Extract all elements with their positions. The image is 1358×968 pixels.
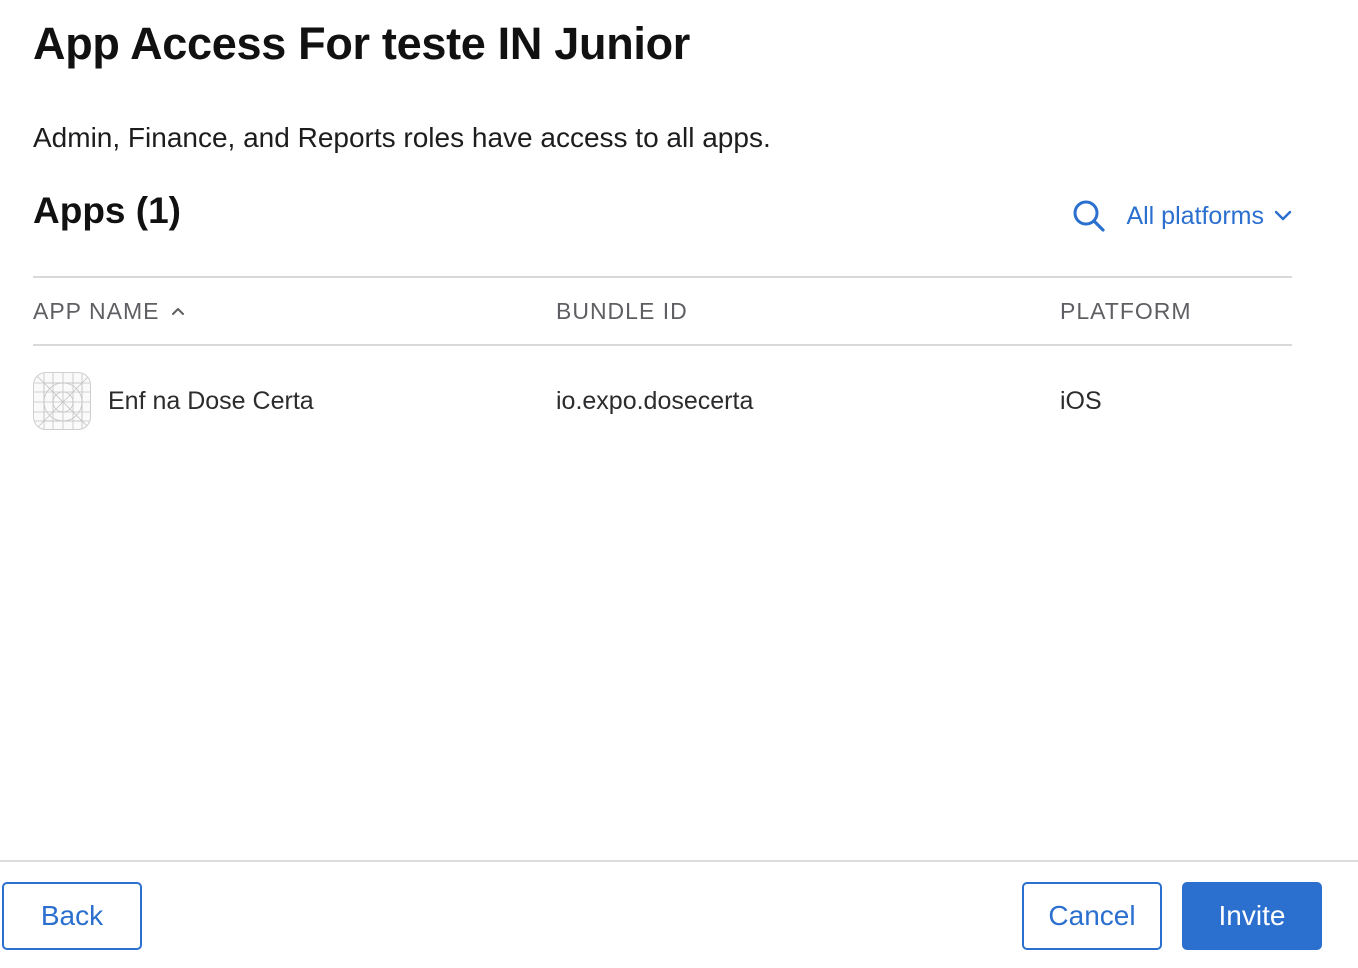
platform-filter-dropdown[interactable]: All platforms (1126, 202, 1292, 231)
bundle-id: io.expo.dosecerta (556, 386, 754, 415)
column-header-platform-label: PLATFORM (1060, 297, 1192, 324)
table-row[interactable]: Enf na Dose Certa io.expo.dosecerta iOS (33, 346, 1292, 456)
apps-filter-bar: All platforms (1072, 196, 1292, 236)
chevron-down-icon (1274, 210, 1292, 221)
bundle-id-cell: io.expo.dosecerta (556, 346, 753, 456)
invite-button[interactable]: Invite (1182, 882, 1322, 950)
roles-access-note: Admin, Finance, and Reports roles have a… (33, 122, 771, 153)
column-header-app-name[interactable]: APP NAME (33, 278, 185, 344)
column-header-bundle-id[interactable]: BUNDLE ID (556, 278, 688, 344)
sort-ascending-icon (172, 308, 185, 315)
platform-cell: iOS (1060, 346, 1102, 456)
platform-filter-label: All platforms (1126, 201, 1264, 230)
column-header-platform[interactable]: PLATFORM (1060, 278, 1192, 344)
app-name-cell: Enf na Dose Certa (33, 346, 314, 456)
app-name: Enf na Dose Certa (108, 386, 314, 415)
apps-table: APP NAME BUNDLE ID PLATFORM Enf na Dose … (33, 276, 1292, 456)
page-title: App Access For teste IN Junior (33, 18, 690, 69)
apps-section-title: Apps (1) (33, 190, 181, 231)
app-placeholder-icon (33, 372, 91, 430)
column-header-app-name-label: APP NAME (33, 297, 160, 324)
back-button[interactable]: Back (2, 882, 142, 950)
cancel-button[interactable]: Cancel (1022, 882, 1162, 950)
footer-divider (0, 860, 1358, 862)
search-icon[interactable] (1072, 199, 1106, 233)
table-header: APP NAME BUNDLE ID PLATFORM (33, 276, 1292, 346)
platform: iOS (1060, 386, 1102, 415)
column-header-bundle-id-label: BUNDLE ID (556, 297, 688, 324)
